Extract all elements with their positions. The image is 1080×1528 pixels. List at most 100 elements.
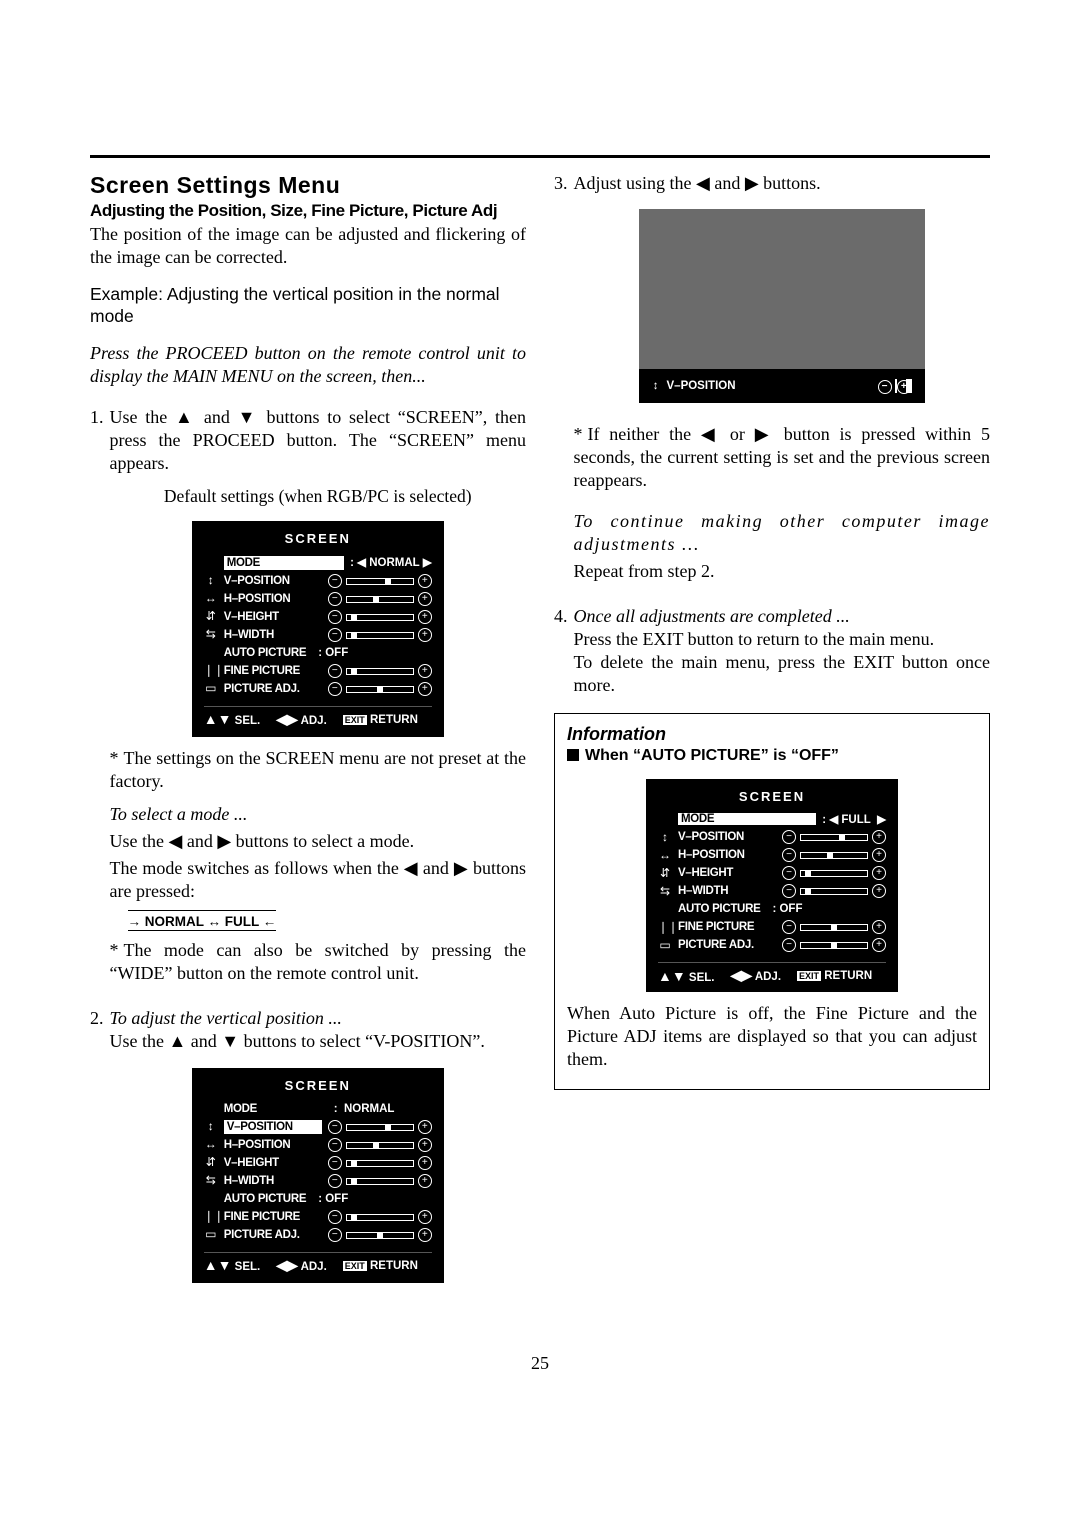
step-1-text: Use the ▲ and ▼ buttons to select “SCREE…	[110, 407, 527, 473]
slider: −+	[328, 1138, 432, 1152]
osd-screen-info: SCREEN MODE : ◀ FULL ▶ ↕ V–POSITION −+	[646, 779, 898, 992]
footer-return: EXIT RETURN	[343, 713, 418, 728]
info-title: Information	[567, 724, 977, 745]
footer-adj: ◀▶ ADJ.	[730, 967, 781, 984]
vpos-icon: ↕	[653, 379, 659, 394]
row-label: V–POSITION	[224, 1120, 322, 1135]
osd-mode-value: : NORMAL	[328, 1102, 432, 1117]
row-label: PICTURE ADJ.	[224, 682, 322, 697]
slider: −+	[328, 1228, 432, 1242]
row-label: FINE PICTURE	[224, 664, 322, 679]
footer-sel: ▲▼ SEL.	[204, 1257, 260, 1275]
hwidth-icon: ⇆	[658, 884, 672, 898]
step-4: 4. Once all adjustments are completed ..…	[554, 605, 990, 697]
osd-mode-label: MODE	[224, 1102, 322, 1117]
minus-icon: −	[328, 628, 342, 642]
step-2: 2. To adjust the vertical position ... U…	[90, 1007, 526, 1293]
select-mode-line1: Use the ◀ and ▶ buttons to select a mode…	[110, 830, 527, 853]
row-label: H–WIDTH	[224, 1174, 322, 1189]
hwidth-icon: ⇆	[204, 627, 218, 642]
step-2-text: Use the ▲ and ▼ buttons to select “V-POS…	[110, 1031, 485, 1051]
select-mode-heading: To select a mode ...	[110, 803, 527, 826]
plus-icon: +	[418, 628, 432, 642]
note-wide: *The mode can also be switched by pressi…	[110, 939, 527, 985]
plus-icon: +	[872, 884, 886, 898]
plus-icon: +	[418, 610, 432, 624]
plus-icon: +	[418, 682, 432, 696]
footer-adj: ◀▶ ADJ.	[276, 1257, 327, 1275]
osd-mode-row: MODE : ◀ NORMAL ▶	[204, 554, 432, 572]
fine-icon: ❘❘	[658, 920, 672, 934]
osd-row-auto: AUTO PICTURE : OFF	[204, 644, 432, 662]
plus-icon: +	[872, 920, 886, 934]
row-label: V–POSITION	[224, 574, 322, 589]
page-number: 25	[90, 1353, 990, 1374]
hpos-icon: ↔	[204, 1137, 218, 1152]
auto-value: : OFF	[766, 903, 886, 915]
hpos-icon: ↔	[204, 591, 218, 606]
row-label: H–POSITION	[678, 849, 776, 861]
plus-icon: +	[872, 938, 886, 952]
plus-icon: +	[418, 1174, 432, 1188]
osd-row-vpos: ↕ V–POSITION −+	[204, 572, 432, 590]
info-subtitle: When “AUTO PICTURE” is “OFF”	[567, 747, 977, 765]
osd-row-padj: ▭ PICTURE ADJ. −+	[658, 936, 886, 954]
row-label: AUTO PICTURE	[678, 903, 760, 915]
vpos-icon: ↕	[204, 573, 218, 588]
slider: −+	[328, 574, 432, 588]
note-factory: *The settings on the SCREEN menu are not…	[110, 747, 527, 793]
slider: −+	[328, 610, 432, 624]
osd-row-hwidth: ⇆ H–WIDTH −+	[658, 882, 886, 900]
row-label: PICTURE ADJ.	[678, 939, 776, 951]
osd-mode-label: MODE	[678, 813, 816, 825]
osd-row-vheight: ⇵ V–HEIGHT −+	[658, 864, 886, 882]
plus-icon: +	[418, 1120, 432, 1134]
vheight-icon: ⇵	[204, 1155, 218, 1170]
left-column: Screen Settings Menu Adjusting the Posit…	[90, 168, 526, 1293]
footer-return: EXIT RETURN	[797, 970, 872, 982]
info-text: When Auto Picture is off, the Fine Pictu…	[567, 1002, 977, 1071]
plus-icon: +	[418, 574, 432, 588]
step-1: 1. Use the ▲ and ▼ buttons to select “SC…	[90, 406, 526, 990]
minus-icon: −	[328, 574, 342, 588]
minus-icon: −	[328, 664, 342, 678]
two-column-layout: Screen Settings Menu Adjusting the Posit…	[90, 168, 990, 1293]
minus-icon: −	[782, 866, 796, 880]
slider: −+	[328, 1156, 432, 1170]
vpos-icon: ↕	[658, 830, 672, 844]
osd-row-padj: ▭ PICTURE ADJ. −+	[204, 1226, 432, 1244]
osd-row-fine: ❘❘ FINE PICTURE −+	[204, 662, 432, 680]
step-number: 4.	[554, 605, 568, 697]
osd-row-fine: ❘❘ FINE PICTURE −+	[658, 918, 886, 936]
footer-adj: ◀▶ ADJ.	[276, 711, 327, 729]
minus-icon: −	[328, 592, 342, 606]
slider: −+	[328, 1120, 432, 1134]
osd-row-hwidth: ⇆ H–WIDTH −+	[204, 1172, 432, 1190]
row-label: FINE PICTURE	[678, 921, 776, 933]
osd-title: SCREEN	[658, 789, 886, 804]
vheight-icon: ⇵	[658, 866, 672, 880]
information-box: Information When “AUTO PICTURE” is “OFF”…	[554, 713, 990, 1090]
osd-footer: ▲▼ SEL. ◀▶ ADJ. EXIT RETURN	[204, 1252, 432, 1275]
slider: −+	[328, 1174, 432, 1188]
footer-sel: ▲▼ SEL.	[204, 711, 260, 729]
hwidth-icon: ⇆	[204, 1173, 218, 1188]
plus-icon: +	[418, 592, 432, 606]
osd-screen-default: SCREEN MODE : ◀ NORMAL ▶ ↕ V–POSITION −+	[192, 521, 444, 737]
top-rule	[90, 155, 990, 158]
osd-adjust-bar: ↕ V–POSITION − +	[639, 375, 925, 397]
section-subtitle: Adjusting the Position, Size, Fine Pictu…	[90, 201, 526, 221]
plus-icon: +	[418, 1138, 432, 1152]
press-proceed-text: Press the PROCEED button on the remote c…	[90, 342, 526, 388]
osd-footer: ▲▼ SEL. ◀▶ ADJ. EXIT RETURN	[658, 962, 886, 984]
row-label: H–POSITION	[224, 1138, 322, 1153]
row-label: V–HEIGHT	[224, 1156, 322, 1171]
manual-page: Screen Settings Menu Adjusting the Posit…	[0, 0, 1080, 1414]
step-number: 3.	[554, 172, 568, 587]
row-label: H–WIDTH	[224, 628, 322, 643]
auto-value: : OFF	[312, 1192, 432, 1207]
padj-icon: ▭	[204, 1227, 218, 1242]
osd-gray-preview	[639, 209, 925, 369]
osd-vposition-adjust: ↕ V–POSITION − +	[639, 209, 925, 403]
step-number: 2.	[90, 1007, 104, 1293]
